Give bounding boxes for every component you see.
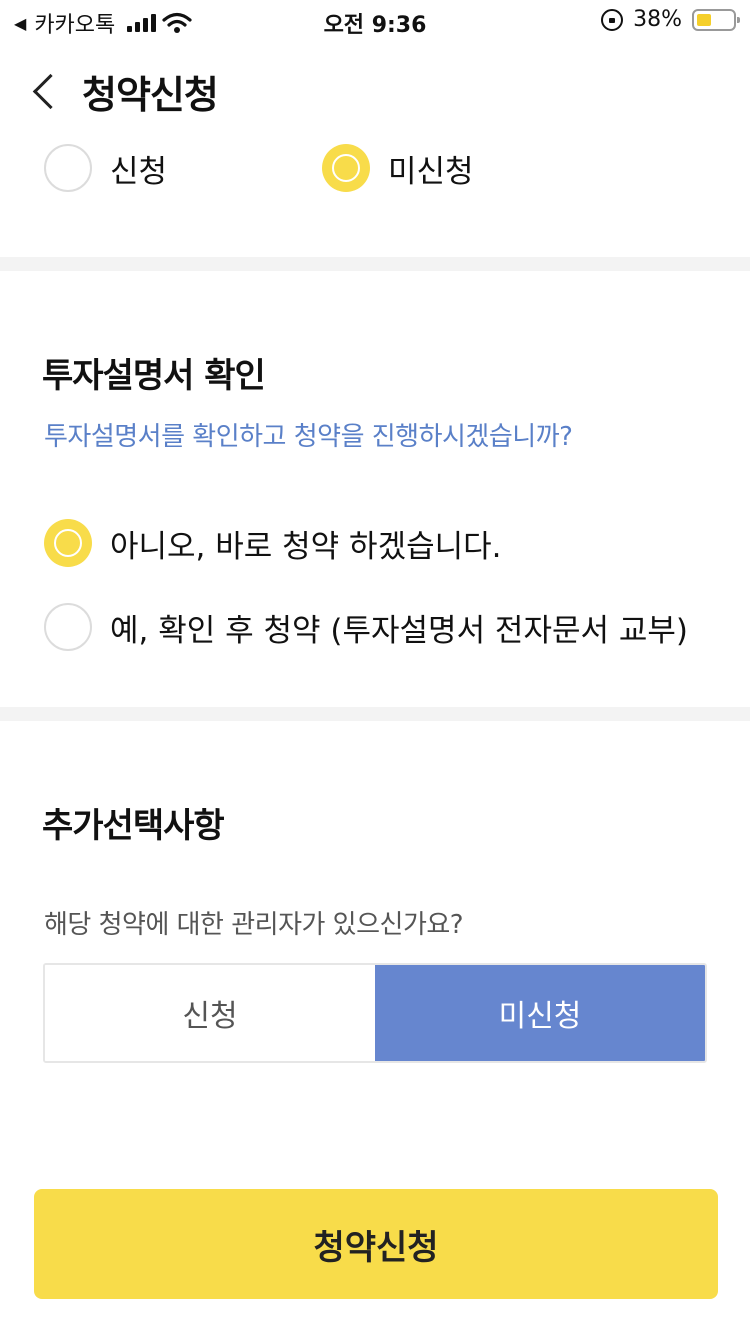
battery-level	[697, 13, 711, 26]
prospectus-option-yes-label: 예, 확인 후 청약 (투자설명서 전자문서 교부)	[110, 612, 689, 649]
prospectus-title: 투자설명서 확인	[42, 356, 266, 396]
status-right: 38%	[601, 7, 740, 32]
radio-prospectus-no[interactable]	[44, 519, 92, 567]
option-apply-label: 신청	[110, 153, 168, 190]
radio-apply[interactable]	[44, 144, 92, 192]
option-not-apply[interactable]: 미신청	[322, 144, 474, 192]
radio-prospectus-yes[interactable]	[44, 603, 92, 651]
prospectus-option-yes[interactable]: 예, 확인 후 청약 (투자설명서 전자문서 교부)	[44, 603, 688, 651]
additional-title: 추가선택사항	[42, 806, 225, 846]
status-bar: ◀ 카카오톡 오전 9:36 38%	[0, 0, 750, 40]
battery-icon	[692, 8, 740, 31]
rotation-lock-icon	[601, 8, 624, 31]
page-title: 청약신청	[82, 73, 219, 117]
battery-percent: 38%	[633, 7, 682, 32]
header: 청약신청	[0, 56, 750, 126]
back-button[interactable]	[26, 70, 66, 114]
section-divider	[0, 257, 750, 271]
manager-segmented-control: 신청 미신청	[43, 963, 707, 1063]
prospectus-option-no-label: 아니오, 바로 청약 하겠습니다.	[110, 528, 502, 565]
prospectus-question: 투자설명서를 확인하고 청약을 진행하시겠습니까?	[44, 422, 573, 452]
radio-not-apply[interactable]	[322, 144, 370, 192]
prospectus-option-no[interactable]: 아니오, 바로 청약 하겠습니다.	[44, 519, 502, 567]
submit-button[interactable]: 청약신청	[34, 1189, 718, 1299]
option-apply[interactable]: 신청	[44, 144, 167, 192]
manager-not-apply-button[interactable]: 미신청	[375, 965, 705, 1061]
manager-question: 해당 청약에 대한 관리자가 있으신가요?	[44, 910, 464, 940]
manager-apply-button[interactable]: 신청	[45, 965, 375, 1061]
option-not-apply-label: 미신청	[388, 153, 474, 190]
section-divider	[0, 707, 750, 721]
